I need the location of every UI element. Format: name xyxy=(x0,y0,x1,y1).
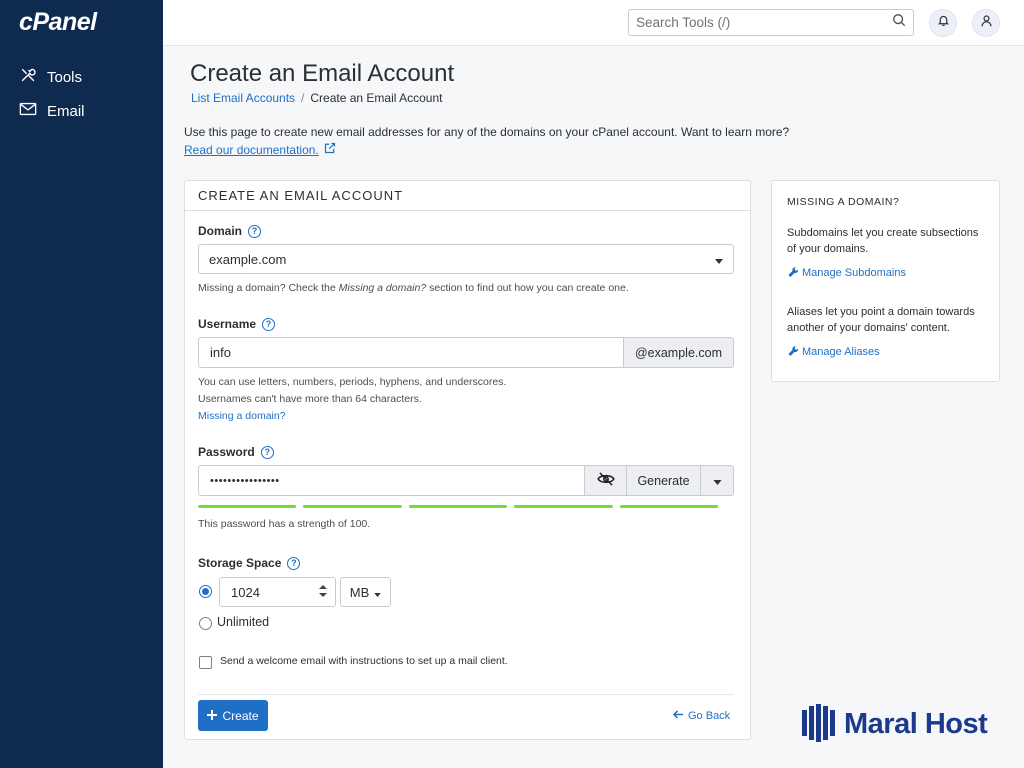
tools-icon xyxy=(19,66,37,88)
create-button[interactable]: Create xyxy=(198,700,268,731)
password-label-text: Password xyxy=(198,445,255,459)
maral-host-watermark: Maral Host xyxy=(800,702,988,747)
breadcrumb-separator: / xyxy=(301,91,305,105)
question-icon[interactable]: ? xyxy=(287,556,301,570)
breadcrumb-current: Create an Email Account xyxy=(310,91,443,105)
eye-slash-icon xyxy=(596,472,615,489)
strength-segment xyxy=(198,505,297,508)
password-input[interactable]: •••••••••••••••• xyxy=(198,465,585,496)
username-label: Username ? xyxy=(198,317,276,331)
storage-quota-value: 1024 xyxy=(231,584,260,600)
manage-subdomains-link[interactable]: Manage Subdomains xyxy=(787,266,984,280)
username-domain-suffix: @example.com xyxy=(623,337,734,368)
topbar xyxy=(163,0,1024,46)
sidebar-item-label: Email xyxy=(47,102,85,120)
envelope-icon xyxy=(19,100,37,122)
maral-host-logo-icon xyxy=(800,702,840,747)
caret-down-icon xyxy=(374,585,381,600)
username-help-line2: Usernames can't have more than 64 charac… xyxy=(198,393,422,405)
strength-segment xyxy=(619,505,719,508)
question-icon[interactable]: ? xyxy=(248,224,262,238)
domain-help-prefix: Missing a domain? Check the xyxy=(198,282,339,294)
wrench-icon xyxy=(787,266,799,280)
missing-domain-card: MISSING A DOMAIN? Subdomains let you cre… xyxy=(771,180,1000,382)
spinner-icon[interactable] xyxy=(319,584,327,601)
arrow-left-icon xyxy=(672,710,684,722)
storage-limited-radio[interactable] xyxy=(199,585,212,598)
domain-label-text: Domain xyxy=(198,224,243,238)
external-link-icon xyxy=(324,141,336,159)
caret-down-icon xyxy=(713,474,722,488)
username-help-line1: You can use letters, numbers, periods, h… xyxy=(198,376,507,388)
sidebar-item-tools[interactable]: Tools xyxy=(19,66,82,88)
storage-unit-value: MB xyxy=(349,584,370,600)
create-button-label: Create xyxy=(222,708,259,723)
password-group: •••••••••••••••• Generate xyxy=(198,465,734,496)
search-input[interactable] xyxy=(636,15,892,30)
plus-icon xyxy=(207,709,218,723)
sidebar-item-label: Tools xyxy=(47,68,83,86)
password-label: Password ? xyxy=(198,445,274,459)
go-back-label: Go Back xyxy=(688,710,731,722)
breadcrumb: List Email Accounts / Create an Email Acco… xyxy=(191,91,442,105)
password-strength-text: This password has a strength of 100. xyxy=(198,518,371,530)
domain-help-suffix: section to find out how you can create o… xyxy=(426,282,629,294)
password-strength-meter xyxy=(198,505,719,508)
breadcrumb-link-list-accounts[interactable]: List Email Accounts xyxy=(191,91,295,105)
domain-select[interactable]: example.com xyxy=(198,244,734,274)
cpanel-logo[interactable]: cPanel xyxy=(19,8,97,37)
page-title: Create an Email Account xyxy=(190,60,455,87)
card-header: CREATE AN EMAIL ACCOUNT xyxy=(185,181,750,211)
bell-icon xyxy=(937,14,950,32)
welcome-email-checkbox[interactable] xyxy=(199,656,212,669)
username-input[interactable]: info xyxy=(198,337,624,368)
go-back-link[interactable]: Go Back xyxy=(672,710,731,722)
sidebar-item-email[interactable]: Email xyxy=(19,100,85,122)
user-menu-button[interactable] xyxy=(972,9,1000,37)
toggle-visibility-button[interactable] xyxy=(585,465,627,496)
manage-aliases-label: Manage Aliases xyxy=(802,346,880,358)
generate-password-button[interactable]: Generate xyxy=(627,465,701,496)
manage-subdomains-label: Manage Subdomains xyxy=(802,267,906,279)
generate-options-button[interactable] xyxy=(701,465,734,496)
username-label-text: Username xyxy=(198,317,257,331)
strength-segment xyxy=(408,505,508,508)
page-intro: Use this page to create new email addres… xyxy=(184,123,789,159)
side-card-title: MISSING A DOMAIN? xyxy=(787,196,900,208)
search-box[interactable] xyxy=(628,9,914,36)
divider xyxy=(198,694,734,695)
strength-segment xyxy=(303,505,402,508)
question-icon[interactable]: ? xyxy=(260,445,274,459)
username-group: info @example.com xyxy=(198,337,734,368)
subdomains-text: Subdomains let you create subsections of… xyxy=(787,227,979,255)
sidebar: cPanel Tools Email xyxy=(0,0,163,768)
storage-label: Storage Space ? xyxy=(198,556,301,570)
storage-label-text: Storage Space xyxy=(198,556,282,570)
manage-aliases-link[interactable]: Manage Aliases xyxy=(787,345,984,359)
domain-help: Missing a domain? Check the Missing a do… xyxy=(198,280,629,297)
strength-segment xyxy=(514,505,613,508)
caret-down-icon xyxy=(715,252,723,267)
storage-quota-input[interactable]: 1024 xyxy=(219,577,336,607)
domain-label: Domain ? xyxy=(198,224,262,238)
user-icon xyxy=(980,14,993,32)
welcome-email-label[interactable]: Send a welcome email with instructions t… xyxy=(220,655,508,667)
question-icon[interactable]: ? xyxy=(262,317,276,331)
wrench-icon xyxy=(787,345,799,359)
storage-unit-select[interactable]: MB xyxy=(340,577,391,607)
create-email-card: CREATE AN EMAIL ACCOUNT Domain ? example… xyxy=(184,180,751,740)
storage-unlimited-label[interactable]: Unlimited xyxy=(217,615,269,629)
domain-help-em: Missing a domain? xyxy=(338,282,427,294)
aliases-text: Aliases let you point a domain towards a… xyxy=(787,306,975,334)
search-icon[interactable] xyxy=(892,13,906,32)
missing-domain-link[interactable]: Missing a domain? xyxy=(198,408,506,425)
storage-unlimited-radio[interactable] xyxy=(199,617,212,630)
domain-select-value: example.com xyxy=(209,251,287,267)
documentation-link[interactable]: Read our documentation. xyxy=(184,141,319,159)
username-help: You can use letters, numbers, periods, h… xyxy=(198,374,506,425)
intro-text: Use this page to create new email addres… xyxy=(184,125,790,139)
maral-host-text: Maral Host xyxy=(844,708,988,740)
notifications-button[interactable] xyxy=(929,9,957,37)
